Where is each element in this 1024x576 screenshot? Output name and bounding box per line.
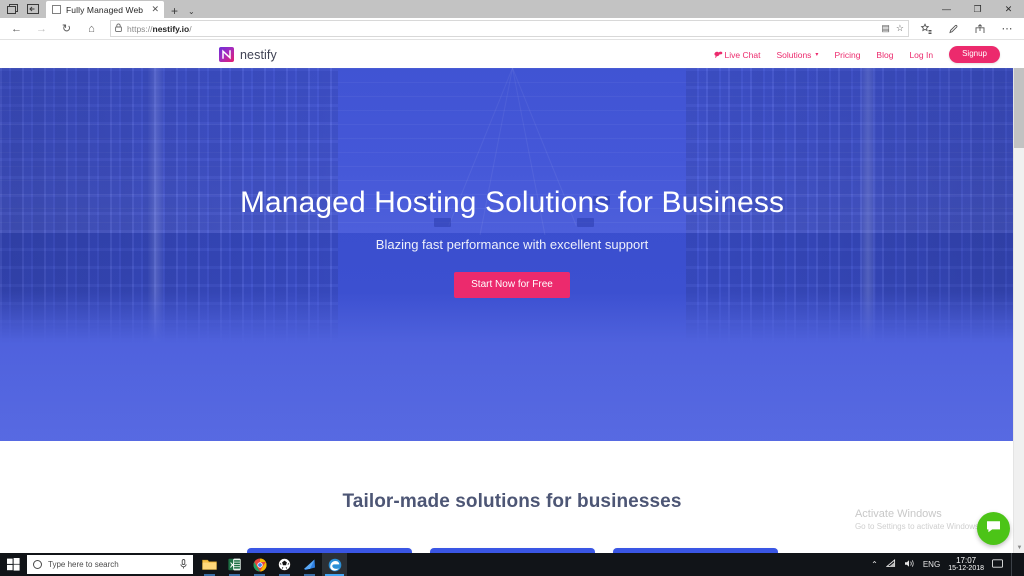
hero-title: Managed Hosting Solutions for Business xyxy=(239,186,785,219)
maximize-button[interactable]: ❐ xyxy=(962,0,993,18)
browser-toolbar: ← → ↻ ⌂ https://nestify.io/ ▤ ☆ ⋯ xyxy=(0,18,1024,40)
action-center-icon[interactable] xyxy=(992,558,1003,571)
taskbar-app-file-explorer[interactable] xyxy=(197,553,222,576)
nav-item-blog-label: Blog xyxy=(876,49,894,60)
settings-more-icon[interactable]: ⋯ xyxy=(994,19,1020,39)
taskbar-search-box[interactable]: Type here to search xyxy=(27,555,193,574)
site-header: nestify Live Chat Solutions ▾ Pricing Bl… xyxy=(0,41,1024,68)
signup-button[interactable]: Signup xyxy=(949,46,1000,63)
restore-tabs-icon[interactable] xyxy=(24,1,42,17)
web-notes-icon[interactable] xyxy=(940,19,966,39)
set-aside-tabs-icon[interactable] xyxy=(3,1,21,17)
solutions-section: Tailor-made solutions for businesses xyxy=(0,441,1024,553)
nav-item-login[interactable]: Log In xyxy=(909,50,933,60)
hero-content: Managed Hosting Solutions for Business B… xyxy=(0,68,1024,441)
share-icon[interactable] xyxy=(967,19,993,39)
tab-strip: Fully Managed Web Ho ✕ + ⌄ — ❐ ✕ xyxy=(0,0,1024,18)
back-button[interactable]: ← xyxy=(4,19,29,39)
nav-item-solutions[interactable]: Solutions ▾ xyxy=(776,50,818,60)
taskbar-app-microsoft-edge[interactable] xyxy=(322,553,347,576)
reading-view-icon[interactable]: ▤ xyxy=(881,23,890,34)
url-domain: nestify.io xyxy=(152,23,190,34)
nav-item-blog[interactable]: Blog xyxy=(876,50,893,60)
nav-item-pricing[interactable]: Pricing xyxy=(834,50,860,60)
site-logo[interactable]: nestify xyxy=(219,47,277,62)
chat-widget-button[interactable] xyxy=(977,512,1010,545)
volume-icon[interactable] xyxy=(904,559,915,570)
start-now-for-free-button[interactable]: Start Now for Free xyxy=(454,271,570,298)
taskbar-app-excel[interactable]: X xyxy=(222,553,247,576)
lock-icon xyxy=(115,23,122,34)
activate-windows-watermark: Activate Windows Go to Settings to activ… xyxy=(855,508,979,531)
refresh-button[interactable]: ↻ xyxy=(54,19,79,39)
nav-item-live-chat-label: Live Chat xyxy=(724,49,761,60)
windows-taskbar: Type here to search X ⌃ ENG 17:07 15-12-… xyxy=(0,553,1024,576)
system-tray: ⌃ ENG 17:07 15-12-2018 xyxy=(871,553,1024,576)
tab-close-icon[interactable]: ✕ xyxy=(150,5,160,14)
nav-item-login-label: Log In xyxy=(909,49,934,60)
url-suffix: / xyxy=(189,23,192,34)
nav-item-solutions-label: Solutions xyxy=(776,49,812,60)
window-controls: — ❐ ✕ xyxy=(931,0,1024,18)
taskbar-app-blue[interactable] xyxy=(297,553,322,576)
cortana-circle-icon xyxy=(33,560,42,569)
url-prefix: https:// xyxy=(127,23,153,34)
minimize-button[interactable]: — xyxy=(931,0,962,18)
nav-item-pricing-label: Pricing xyxy=(834,49,861,60)
watermark-subtitle: Go to Settings to activate Windows xyxy=(854,522,979,531)
chat-bubble-icon xyxy=(985,519,1002,539)
taskbar-app-list: X xyxy=(197,553,347,576)
microphone-icon[interactable] xyxy=(180,558,187,571)
add-favorite-star-icon[interactable]: ☆ xyxy=(896,23,904,34)
favorites-hub-icon[interactable] xyxy=(913,19,939,39)
tab-title: Fully Managed Web Ho xyxy=(66,4,145,15)
taskbar-app-soccer[interactable] xyxy=(272,553,297,576)
nav-item-live-chat[interactable]: Live Chat xyxy=(713,49,761,60)
close-button[interactable]: ✕ xyxy=(993,0,1024,18)
scroll-down-arrow-icon[interactable]: ▼ xyxy=(1014,542,1024,553)
show-desktop-button[interactable] xyxy=(1011,553,1020,576)
address-bar-actions: ▤ ☆ xyxy=(881,23,904,34)
taskbar-time: 17:07 xyxy=(956,555,977,565)
hero-section: Managed Hosting Solutions for Business B… xyxy=(0,68,1024,441)
start-button[interactable] xyxy=(0,553,26,576)
hero-subtitle: Blazing fast performance with excellent … xyxy=(375,236,649,252)
browser-window: Fully Managed Web Ho ✕ + ⌄ — ❐ ✕ ← → ↻ ⌂… xyxy=(0,0,1024,553)
show-hidden-icons-chevron-up-icon[interactable]: ⌃ xyxy=(871,560,878,569)
language-indicator[interactable]: ENG xyxy=(923,560,940,569)
taskbar-date: 15-12-2018 xyxy=(948,565,984,573)
tab-list-chevron-down-icon[interactable]: ⌄ xyxy=(188,7,195,18)
browser-tab[interactable]: Fully Managed Web Ho ✕ xyxy=(46,1,164,18)
tab-favicon-icon xyxy=(52,5,61,14)
site-logo-text: nestify xyxy=(240,47,277,62)
forward-button[interactable]: → xyxy=(29,19,54,39)
home-button[interactable]: ⌂ xyxy=(79,19,104,39)
page-viewport: nestify Live Chat Solutions ▾ Pricing Bl… xyxy=(0,41,1024,553)
network-icon[interactable] xyxy=(885,559,896,570)
address-bar[interactable]: https://nestify.io/ ▤ ☆ xyxy=(110,20,909,37)
site-navigation: Live Chat Solutions ▾ Pricing Blog Log I… xyxy=(713,46,1000,63)
new-tab-icon[interactable]: + xyxy=(171,5,178,18)
taskbar-search-placeholder: Type here to search xyxy=(48,560,119,569)
nestify-logo-mark-icon xyxy=(219,47,234,62)
watermark-title: Activate Windows xyxy=(854,508,942,520)
chat-icon xyxy=(713,51,722,59)
taskbar-clock[interactable]: 17:07 15-12-2018 xyxy=(948,555,984,573)
address-bar-url: https://nestify.io/ xyxy=(127,24,192,34)
taskbar-app-google-chrome[interactable] xyxy=(247,553,272,576)
chevron-down-icon: ▾ xyxy=(815,52,819,58)
titlebar-left-icons xyxy=(0,0,42,18)
browser-tools: ⋯ xyxy=(913,19,1020,39)
